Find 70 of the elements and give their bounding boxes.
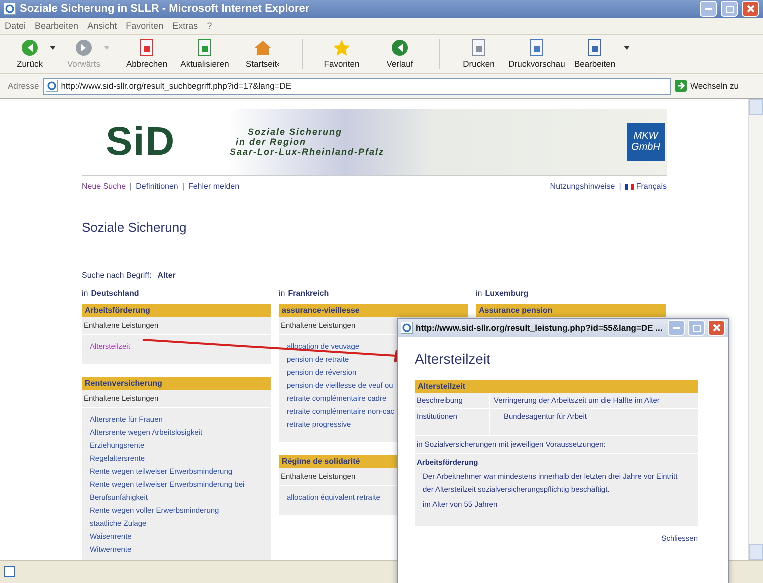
- maximize-icon: [726, 6, 734, 12]
- maximize-icon: [692, 324, 700, 332]
- toolbar-button[interactable]: Favoriten: [313, 39, 371, 69]
- logo: SiD: [105, 120, 177, 164]
- close-button[interactable]: [742, 1, 759, 17]
- address-label: Adresse: [8, 81, 40, 91]
- maximize-button[interactable]: [721, 1, 738, 17]
- table-title: Altersteilzeit: [415, 380, 698, 393]
- close-icon: [712, 324, 720, 332]
- toolbar-button[interactable]: Verlauf: [371, 39, 429, 69]
- country-name: Luxemburg: [485, 289, 529, 298]
- toolbar-button[interactable]: Druckvorschau: [508, 39, 566, 69]
- minimize-icon: [673, 327, 680, 329]
- minimize-button[interactable]: [700, 1, 717, 17]
- browser-icon: [401, 322, 413, 334]
- toolbar-button[interactable]: Abbrechen: [118, 39, 176, 69]
- menu-item[interactable]: Ansicht: [88, 21, 118, 31]
- separator: |: [182, 182, 184, 191]
- toolbar-button[interactable]: Zurück: [10, 39, 50, 69]
- section-title: Arbeitsförderung: [82, 304, 271, 317]
- company-badge: MKW GmbH: [627, 123, 665, 161]
- close-icon: [746, 5, 754, 13]
- country-name: Deutschland: [91, 289, 140, 298]
- browser-icon: [46, 80, 58, 92]
- close-button[interactable]: [708, 320, 725, 336]
- menu-item[interactable]: Extras: [172, 21, 198, 31]
- page-icon: [4, 566, 16, 578]
- maximize-button[interactable]: [688, 320, 705, 336]
- menu-item[interactable]: Bearbeiten: [35, 21, 79, 31]
- country-prefix: in: [476, 289, 482, 298]
- toolbar-button[interactable]: Drucken: [450, 39, 508, 69]
- menu-item[interactable]: Datei: [5, 21, 26, 31]
- search-term: Alter: [158, 271, 176, 280]
- country-prefix: in: [82, 289, 88, 298]
- caret-icon[interactable]: [50, 46, 56, 50]
- country-name: Frankreich: [288, 289, 330, 298]
- separator: |: [130, 182, 132, 191]
- section-title: assurance-vieillesse: [279, 304, 468, 317]
- flag-icon: [625, 184, 634, 190]
- menu-item[interactable]: ?: [207, 21, 212, 31]
- country-prefix: in: [279, 289, 286, 298]
- go-button[interactable]: Wechseln zu: [675, 80, 739, 92]
- toolbar-button[interactable]: Startseit‹: [234, 39, 292, 69]
- separator: |: [619, 182, 622, 191]
- minimize-icon: [705, 8, 712, 10]
- section-title: Assurance pension: [476, 304, 666, 317]
- nav-link[interactable]: Fehler melden: [188, 182, 240, 191]
- nav-link[interactable]: Nutzungshinweise: [550, 182, 616, 191]
- section-title: Rentenversicherung: [82, 377, 271, 390]
- nav-link[interactable]: Neue Suche: [82, 182, 126, 191]
- print-preview-icon: [528, 39, 546, 57]
- scrollbar[interactable]: [748, 99, 763, 560]
- minimize-button[interactable]: [668, 320, 685, 336]
- address-field[interactable]: http://www.sid-sllr.org/result_suchbegriff.php?id=17&lang=DE: [43, 78, 672, 94]
- window-title: Soziale Sicherung in SLLR - Microsoft Internet Explorer: [20, 3, 311, 15]
- nav-link[interactable]: Definitionen: [136, 182, 178, 191]
- menu-item[interactable]: Favoriten: [126, 21, 164, 31]
- page-heading: Soziale Sicherung: [82, 220, 188, 235]
- nav-link[interactable]: Français: [625, 182, 667, 191]
- banner-slogan: Soziale Sicherung in der Region Saar-Lor-Lux-Rheinland-Pfalz: [230, 127, 386, 157]
- stop-page-icon: [138, 39, 156, 57]
- toolbar-button[interactable]: Aktualisieren: [176, 39, 234, 69]
- caret-icon[interactable]: [624, 46, 630, 50]
- browser-icon: [4, 3, 16, 15]
- search-label: Suche nach Begriff:: [82, 271, 152, 280]
- go-arrow-icon: [675, 80, 688, 92]
- popup-heading: Altersteilzeit: [415, 351, 492, 367]
- house-icon: [254, 39, 272, 57]
- star-icon: [333, 39, 351, 57]
- toolbar-button[interactable]: Bearbeiten: [566, 39, 624, 69]
